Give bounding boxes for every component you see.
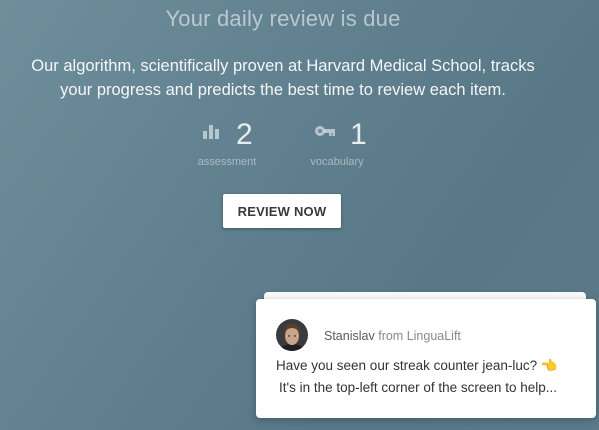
vocabulary-label: vocabulary [310, 156, 364, 168]
description-line-1: Our algorithm, scientifically proven at … [31, 57, 535, 75]
assessment-label: assessment [197, 156, 257, 168]
sender-from: from LinguaLift [378, 329, 461, 343]
assessment-count: 2 [236, 118, 253, 151]
avatar [276, 319, 308, 351]
review-now-button[interactable]: REVIEW NOW [223, 194, 341, 228]
chat-message-line-2: It's in the top-left corner of the scree… [279, 380, 557, 395]
stat-vocabulary: 1 vocabulary [282, 116, 392, 172]
bar-chart-icon [202, 124, 220, 145]
description-line-2: your progress and predicts the best time… [60, 81, 506, 99]
sender-name: Stanislav [324, 329, 375, 343]
page-title: Your daily review is due [165, 6, 401, 31]
review-description: Our algorithm, scientifically proven at … [0, 54, 566, 102]
chat-message-card[interactable]: Stanislav from LinguaLift Have you seen … [256, 299, 596, 418]
key-icon [314, 124, 336, 143]
chat-message-line-1: Have you seen our streak counter jean-lu… [276, 358, 558, 373]
vocabulary-count: 1 [350, 118, 367, 151]
chat-sender: Stanislav from LinguaLift [324, 329, 461, 343]
stat-assessment: 2 assessment [172, 116, 282, 172]
